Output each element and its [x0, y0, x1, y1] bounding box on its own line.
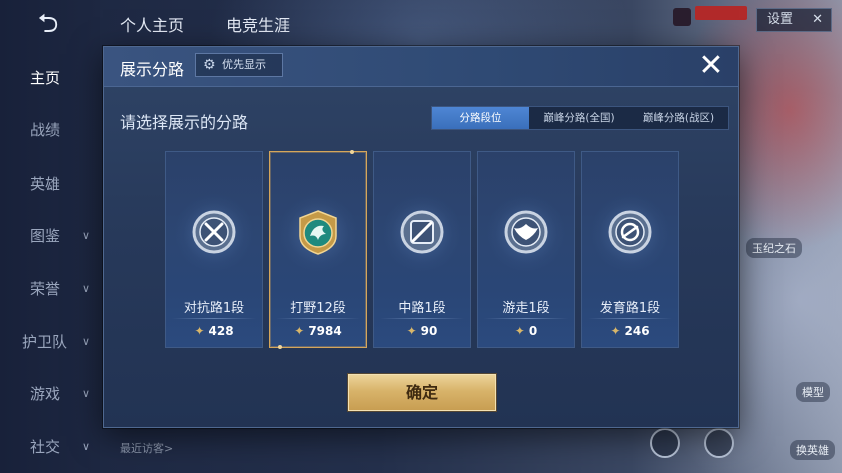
points-icon: ✦ [610, 324, 621, 338]
sidebar-item-honor[interactable]: 荣誉 ∨ [0, 274, 100, 304]
sidebar-item-game[interactable]: 游戏 ∨ [0, 379, 100, 409]
modal-header: 展示分路 ⚙ 优先显示 ✕ [104, 47, 738, 87]
chevron-down-icon: ∨ [82, 335, 91, 348]
corner-dot [350, 150, 354, 154]
lane-points-value: 246 [624, 324, 650, 338]
lane-name: 游走1段 [502, 301, 550, 316]
lane-card-top[interactable]: 对抗路1段 ✦ 428 [165, 151, 263, 348]
sidebar-item-label: 图鉴 [30, 227, 61, 245]
model-button[interactable]: 模型 [796, 382, 830, 402]
confirm-button[interactable]: 确定 [348, 374, 496, 411]
close-icon: ✕ [812, 12, 823, 27]
points-icon: ✦ [406, 324, 417, 338]
divider [588, 318, 672, 319]
upload-icon[interactable] [650, 428, 680, 458]
lane-name: 打野12段 [290, 301, 346, 316]
lane-points: ✦ 246 [582, 324, 678, 338]
sidebar-item-heroes[interactable]: 英雄 [0, 169, 100, 199]
sidebar-item-guard[interactable]: 护卫队 ∨ [0, 327, 100, 357]
sidebar-item-label: 主页 [30, 69, 61, 87]
lane-points-value: 428 [208, 324, 234, 338]
modal-title: 展示分路 [120, 60, 185, 79]
lane-points: ✦ 428 [166, 324, 262, 338]
points-icon: ✦ [514, 324, 525, 338]
modal-subtitle: 请选择展示的分路 [120, 113, 249, 132]
dragon-emblem-icon [299, 210, 337, 255]
chevron-down-icon: ∨ [82, 440, 91, 453]
tab-profile[interactable]: 个人主页 [120, 12, 184, 36]
sidebar-item-label: 荣誉 [30, 280, 61, 298]
sidebar-item-label: 游戏 [30, 385, 61, 403]
swords-emblem-icon [192, 210, 236, 254]
sidebar-item-label: 英雄 [30, 175, 61, 193]
points-icon: ✦ [294, 324, 305, 338]
lane-points-value: 0 [528, 324, 538, 338]
lane-card-roam[interactable]: 游走1段 ✦ 0 [477, 151, 575, 348]
tab-peak-national[interactable]: 巅峰分路(全国) [529, 107, 629, 129]
target-emblem-icon [608, 210, 652, 254]
recent-visitors-link[interactable]: 最近访客> [120, 440, 173, 456]
divider [172, 318, 256, 319]
lane-name: 发育路1段 [599, 301, 661, 316]
tab-esports[interactable]: 电竞生涯 [226, 12, 290, 36]
avatar[interactable] [673, 8, 691, 26]
chevron-down-icon: ∨ [82, 282, 91, 295]
gear-icon: ⚙ [203, 57, 216, 73]
lane-card-mid[interactable]: 中路1段 ✦ 90 [373, 151, 471, 348]
settings-label: 设置 [767, 12, 794, 27]
lane-card-farm[interactable]: 发育路1段 ✦ 246 [581, 151, 679, 348]
divider [484, 318, 568, 319]
status-badge [695, 6, 747, 20]
corner-dot [278, 345, 282, 349]
settings-button[interactable]: 设置 ✕ [756, 8, 832, 32]
divider [380, 318, 464, 319]
priority-display-label: 优先显示 [222, 58, 266, 71]
lane-points: ✦ 90 [374, 324, 470, 338]
tab-peak-region[interactable]: 巅峰分路(战区) [629, 107, 728, 129]
lane-points-value: 7984 [308, 324, 342, 338]
sidebar-item-gallery[interactable]: 图鉴 ∨ [0, 221, 100, 251]
sidebar-item-home[interactable]: 主页 [0, 63, 100, 93]
points-icon: ✦ [194, 324, 205, 338]
play-icon[interactable] [704, 428, 734, 458]
lane-points: ✦ 0 [478, 324, 574, 338]
wings-emblem-icon [504, 210, 548, 254]
sidebar-item-label: 护卫队 [22, 333, 68, 351]
chevron-down-icon: ∨ [82, 229, 91, 242]
lane-points: ✦ 7984 [270, 324, 366, 338]
sidebar-item-label: 社交 [30, 438, 61, 456]
lane-name: 对抗路1段 [183, 301, 245, 316]
change-hero-button[interactable]: 换英雄 [790, 440, 835, 460]
sidebar-item-label: 战绩 [30, 121, 61, 139]
lane-mode-tabs: 分路段位 巅峰分路(全国) 巅峰分路(战区) [431, 106, 729, 130]
chevron-down-icon: ∨ [82, 387, 91, 400]
lane-display-modal: 展示分路 ⚙ 优先显示 ✕ 请选择展示的分路 分路段位 巅峰分路(全国) 巅峰分… [103, 46, 739, 428]
lane-name: 中路1段 [398, 301, 446, 316]
lane-points-value: 90 [420, 324, 438, 338]
close-icon[interactable]: ✕ [694, 49, 728, 83]
sidebar-item-record[interactable]: 战绩 [0, 115, 100, 145]
priority-display-button[interactable]: ⚙ 优先显示 [195, 53, 283, 77]
tab-lane-rank[interactable]: 分路段位 [432, 107, 529, 129]
back-arrow-icon[interactable]: ⮌ [24, 10, 72, 38]
stone-label[interactable]: 玉纪之石 [746, 238, 802, 258]
sidebar: ⮌ 主页 战绩 英雄 图鉴 ∨ 荣誉 ∨ 护卫队 ∨ 游戏 ∨ 社交 ∨ [0, 0, 100, 473]
sidebar-item-social[interactable]: 社交 ∨ [0, 432, 100, 462]
lane-card-jungle[interactable]: 打野12段 ✦ 7984 [269, 150, 367, 349]
divider [276, 318, 360, 319]
mid-lane-emblem-icon [400, 210, 444, 254]
